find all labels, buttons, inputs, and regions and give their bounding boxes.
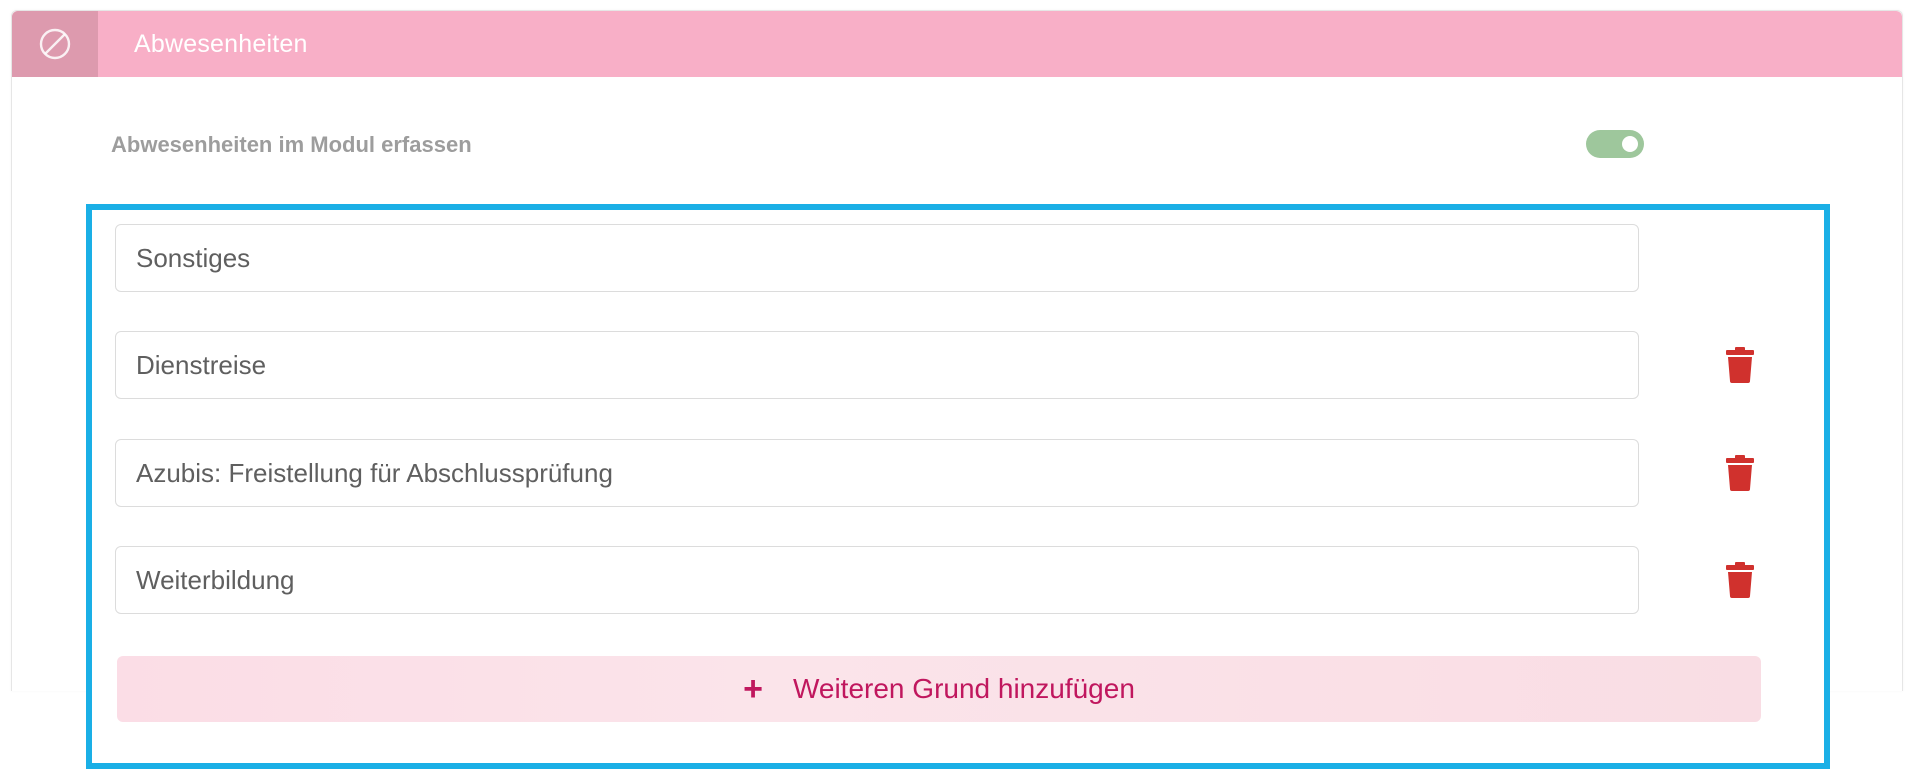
reason-input-sonstiges[interactable] bbox=[115, 224, 1639, 292]
add-reason-label: Weiteren Grund hinzufügen bbox=[792, 673, 1135, 704]
record-absences-toggle[interactable] bbox=[1586, 130, 1644, 158]
record-absences-label: Abwesenheiten im Modul erfassen bbox=[111, 132, 472, 157]
reason-input-azubis[interactable] bbox=[115, 439, 1639, 507]
delete-reason-weiterbildung-button[interactable] bbox=[1722, 558, 1758, 602]
toggle-knob bbox=[1622, 136, 1638, 152]
card-title: Abwesenheiten bbox=[134, 30, 308, 58]
header-icon-box bbox=[12, 11, 98, 77]
ban-icon bbox=[39, 28, 71, 60]
reason-input-weiterbildung[interactable] bbox=[115, 546, 1639, 614]
card-header: Abwesenheiten bbox=[12, 11, 1902, 77]
page: Abwesenheiten Abwesenheiten im Modul erf… bbox=[0, 0, 1920, 778]
add-reason-button[interactable]: + Weiteren Grund hinzufügen bbox=[117, 656, 1761, 722]
delete-reason-dienstreise-button[interactable] bbox=[1722, 343, 1758, 387]
delete-reason-azubis-button[interactable] bbox=[1722, 451, 1758, 495]
plus-icon: + bbox=[743, 670, 763, 708]
trash-icon bbox=[1726, 455, 1754, 491]
trash-icon bbox=[1726, 562, 1754, 598]
trash-icon bbox=[1726, 347, 1754, 383]
reason-input-dienstreise[interactable] bbox=[115, 331, 1639, 399]
